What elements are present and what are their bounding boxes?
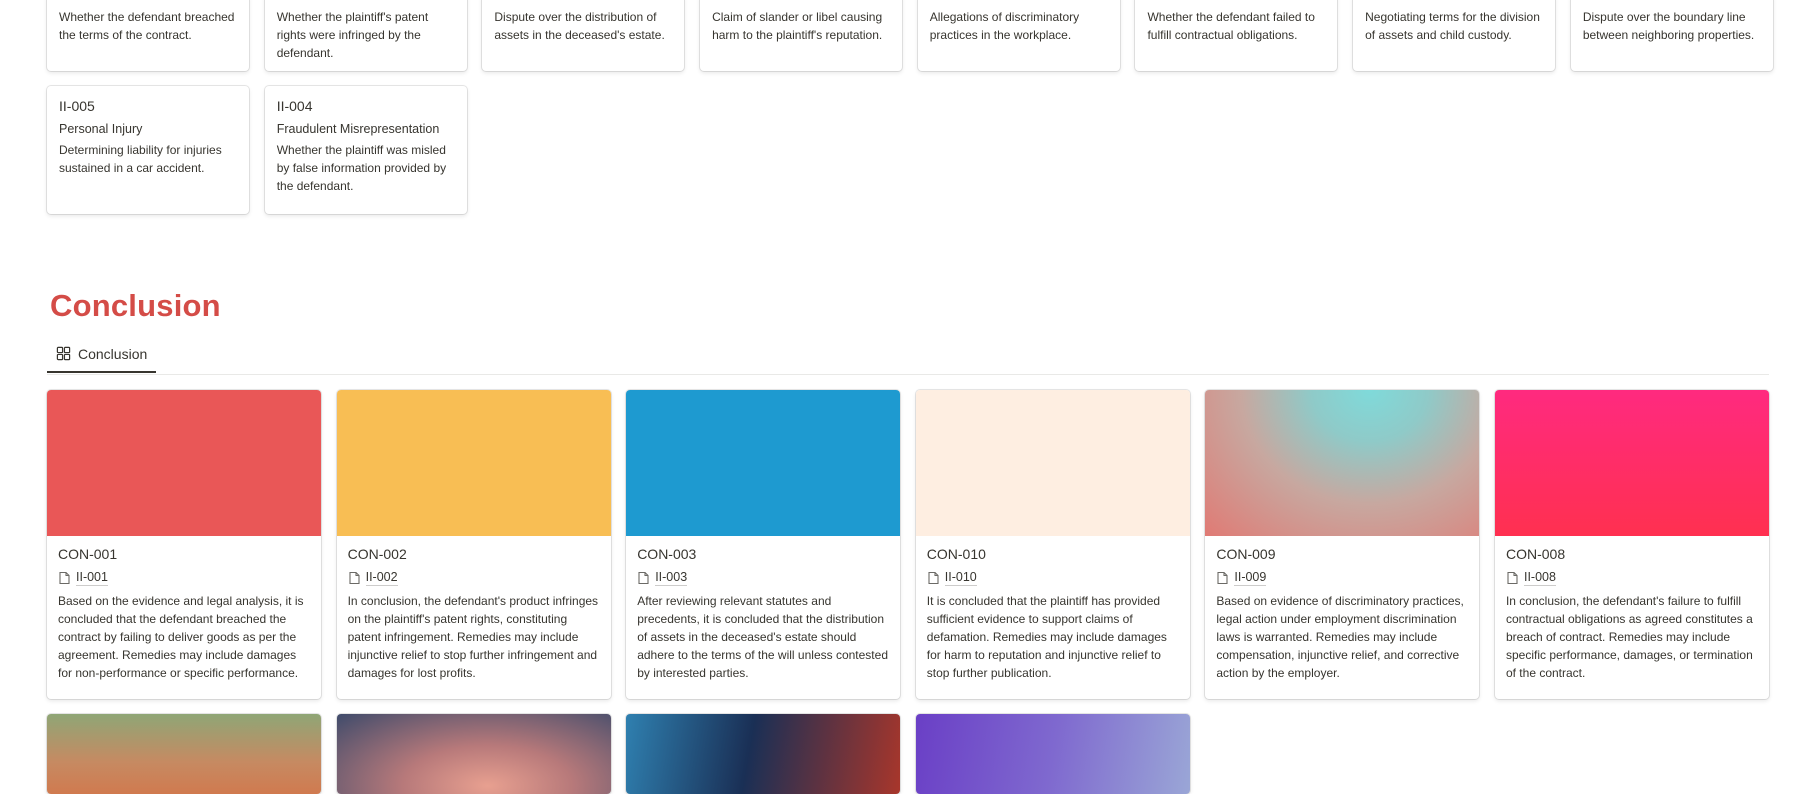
issue-description: Whether the defendant failed to fulfill …	[1147, 10, 1315, 42]
conclusion-text: Based on evidence of discriminatory prac…	[1216, 594, 1464, 680]
page-icon	[59, 571, 70, 585]
gallery-view-icon	[56, 346, 71, 361]
card-cover	[47, 390, 321, 536]
conclusion-id: CON-008	[1505, 546, 1566, 562]
page-icon	[349, 571, 360, 585]
conclusion-card[interactable]	[336, 714, 611, 794]
related-issue-label: II-001	[76, 570, 108, 586]
conclusion-text: After reviewing relevant statutes and pr…	[637, 594, 888, 680]
issue-category: Personal Injury	[59, 122, 143, 136]
conclusion-card[interactable]: CON-002 II-002 In conclusion, the defend…	[336, 390, 611, 699]
related-issue-label: II-009	[1234, 570, 1267, 586]
conclusion-card[interactable]: CON-003 II-003 After reviewing relevant …	[626, 390, 901, 699]
issue-description: Whether the plaintiff was misled by fals…	[276, 143, 447, 193]
issue-description: Determining liability for injuries susta…	[59, 143, 222, 175]
issue-description: Whether the defendant breached the terms…	[59, 10, 235, 42]
issue-card[interactable]: Whether the defendant failed to fulfill …	[1135, 0, 1338, 71]
conclusion-text: Based on the evidence and legal analysis…	[58, 594, 304, 680]
issue-card[interactable]: Dispute over the boundary line between n…	[1570, 0, 1773, 71]
conclusion-text: In conclusion, the defendant's product i…	[347, 594, 599, 680]
conclusion-gallery: CON-001 II-001 Based on the evidence and…	[47, 390, 1769, 794]
issue-card[interactable]: Whether the plaintiff's patent rights we…	[264, 0, 467, 71]
card-cover	[626, 714, 901, 794]
related-issue-label: II-002	[365, 570, 398, 586]
conclusion-card[interactable]: CON-001 II-001 Based on the evidence and…	[47, 390, 321, 699]
conclusion-text: In conclusion, the defendant's failure t…	[1505, 594, 1753, 680]
issue-description: Dispute over the distribution of assets …	[494, 10, 665, 42]
section-title: Conclusion	[50, 288, 221, 323]
conclusion-card[interactable]	[915, 714, 1190, 794]
issue-description: Dispute over the boundary line between n…	[1582, 10, 1755, 42]
related-issue-link[interactable]: II-002	[348, 570, 600, 586]
issue-category: Fraudulent Misrepresentation	[276, 122, 440, 136]
conclusion-card[interactable]: CON-009 II-009 Based on evidence of disc…	[1205, 390, 1480, 699]
page-icon	[928, 571, 939, 585]
card-cover	[336, 714, 611, 794]
issue-description: Negotiating terms for the division of as…	[1365, 10, 1540, 42]
issue-card[interactable]: Claim of slander or libel causing harm t…	[700, 0, 903, 71]
page-icon	[1507, 571, 1518, 585]
card-cover	[1494, 390, 1769, 536]
issues-gallery: Whether the defendant breached the terms…	[47, 0, 1773, 214]
issue-card[interactable]: Negotiating terms for the division of as…	[1353, 0, 1556, 71]
page-icon	[1217, 571, 1228, 585]
card-cover	[915, 714, 1190, 794]
conclusion-id: CON-003	[637, 546, 697, 562]
card-cover	[1205, 390, 1480, 536]
issue-description: Allegations of discriminatory practices …	[929, 10, 1080, 42]
conclusion-id: CON-010	[926, 546, 986, 562]
issue-card[interactable]: Allegations of discriminatory practices …	[917, 0, 1120, 71]
conclusion-text: It is concluded that the plaintiff has p…	[926, 594, 1167, 680]
issue-description: Claim of slander or libel causing harm t…	[712, 10, 883, 42]
conclusion-card[interactable]: CON-008 II-008 In conclusion, the defend…	[1494, 390, 1769, 699]
issue-id: II-004	[276, 98, 313, 114]
issue-card[interactable]: Whether the defendant breached the terms…	[47, 0, 249, 71]
conclusion-card[interactable]	[47, 714, 321, 794]
tab-label: Conclusion	[78, 345, 148, 362]
card-cover	[915, 390, 1190, 536]
card-cover	[336, 390, 611, 536]
conclusion-id: CON-009	[1216, 546, 1276, 562]
related-issue-label: II-010	[944, 570, 977, 586]
related-issue-label: II-003	[655, 570, 688, 586]
issue-card[interactable]: Dispute over the distribution of assets …	[482, 0, 685, 71]
issue-card[interactable]: II-005 Personal Injury Determining liabi…	[47, 86, 249, 214]
view-tabs: Conclusion	[47, 336, 1769, 375]
issue-card[interactable]: II-004 Fraudulent Misrepresentation Whet…	[264, 86, 467, 214]
card-cover	[626, 390, 901, 536]
page-icon	[638, 571, 649, 585]
tab-conclusion[interactable]: Conclusion	[47, 336, 156, 373]
conclusion-id: CON-001	[58, 546, 118, 562]
conclusion-card[interactable]	[626, 714, 901, 794]
related-issue-link[interactable]: II-001	[58, 570, 310, 586]
card-cover	[47, 714, 321, 794]
related-issue-label: II-008	[1523, 570, 1556, 586]
related-issue-link[interactable]: II-003	[637, 570, 889, 586]
related-issue-link[interactable]: II-010	[927, 570, 1179, 586]
related-issue-link[interactable]: II-008	[1506, 570, 1758, 586]
conclusion-id: CON-002	[347, 546, 407, 562]
issue-id: II-005	[59, 98, 95, 114]
related-issue-link[interactable]: II-009	[1216, 570, 1468, 586]
issue-description: Whether the plaintiff's patent rights we…	[276, 10, 429, 60]
conclusion-card[interactable]: CON-010 II-010 It is concluded that the …	[915, 390, 1190, 699]
